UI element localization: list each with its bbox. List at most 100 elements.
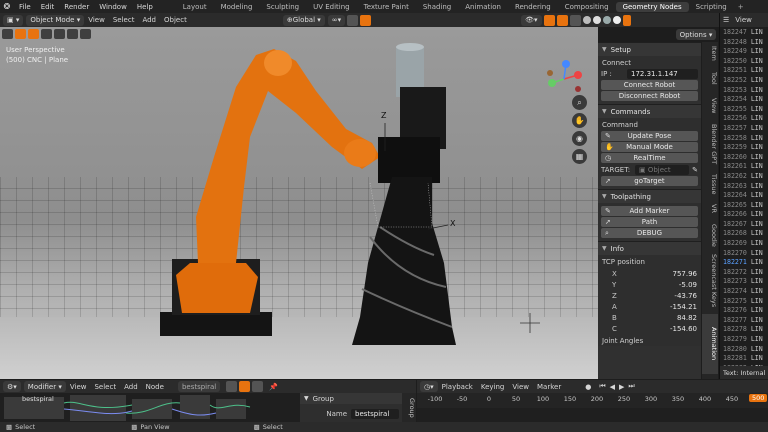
node-menu-view[interactable]: View: [66, 383, 91, 391]
node-box[interactable]: [216, 399, 246, 419]
sidebar-tab-item[interactable]: Item: [702, 46, 718, 61]
menu-render[interactable]: Render: [59, 3, 94, 11]
text-editor[interactable]: ☰ View 182247 LIN 182248 LIN 182249 LIN 182…: [719, 13, 768, 381]
select-subtract-icon[interactable]: [54, 28, 65, 39]
menu-edit[interactable]: Edit: [36, 3, 60, 11]
path-button[interactable]: ➚ Path: [601, 217, 698, 227]
options-dropdown[interactable]: Options ▾: [676, 29, 716, 40]
3d-viewport[interactable]: User Perspective (500) CNC | Plane Z X ⌕…: [0, 27, 598, 379]
menu-object[interactable]: Object: [160, 16, 191, 24]
code-line[interactable]: 182250 LIN: [720, 57, 768, 67]
code-line[interactable]: 182259 LIN: [720, 143, 768, 153]
timeline[interactable]: ◷▾ Playback Keying View Marker ● ⏮ ◀ ▶ ⏭…: [417, 380, 768, 422]
code-line[interactable]: 182251 LIN: [720, 66, 768, 76]
sidebar-tab-screencast-keys[interactable]: Screencast Keys: [702, 254, 718, 307]
group-header[interactable]: ▼ Group: [300, 393, 402, 404]
tab-animation[interactable]: Animation: [458, 2, 508, 12]
node-menu-node[interactable]: Node: [142, 383, 168, 391]
code-line[interactable]: 182249 LIN: [720, 47, 768, 57]
code-line[interactable]: 182268 LIN: [720, 229, 768, 239]
text-editor-type-icon[interactable]: ☰: [723, 16, 729, 24]
camera-view-icon[interactable]: ◉: [572, 131, 587, 146]
code-line[interactable]: 182267 LIN: [720, 220, 768, 230]
code-line[interactable]: 182253 LIN: [720, 86, 768, 96]
tool-toggle-icon[interactable]: [2, 28, 13, 39]
code-line[interactable]: 182248 LIN: [720, 38, 768, 48]
node-tree-field[interactable]: bestspiral: [177, 381, 221, 392]
gizmo-toggle-icon[interactable]: [543, 14, 555, 26]
snap-icon[interactable]: [347, 14, 359, 26]
shading-wireframe-icon[interactable]: [582, 16, 591, 24]
menu-window[interactable]: Window: [94, 3, 132, 11]
code-line[interactable]: 182275 LIN: [720, 297, 768, 307]
code-line[interactable]: 182254 LIN: [720, 95, 768, 105]
info-header[interactable]: ▼ Info: [598, 242, 701, 255]
code-line[interactable]: 182276 LIN: [720, 306, 768, 316]
target-object-field[interactable]: ▣ Object: [635, 164, 690, 175]
xray-toggle-icon[interactable]: [569, 14, 581, 26]
code-line[interactable]: 182262 LIN: [720, 172, 768, 182]
code-line[interactable]: 182280 LIN: [720, 345, 768, 355]
tab-uv-editing[interactable]: UV Editing: [306, 2, 357, 12]
play-icon[interactable]: ▶: [619, 383, 624, 391]
setup-header[interactable]: ▼ Setup: [598, 43, 701, 56]
current-frame-indicator[interactable]: 500: [749, 394, 768, 402]
tab-modeling[interactable]: Modeling: [214, 2, 260, 12]
tab-sculpting[interactable]: Sculpting: [259, 2, 306, 12]
zoom-icon[interactable]: ⌕: [572, 95, 587, 110]
mode-dropdown[interactable]: Object Mode ▾: [26, 14, 85, 26]
code-line[interactable]: 182274 LIN: [720, 287, 768, 297]
code-line[interactable]: 182247 LIN: [720, 28, 768, 38]
tab-rendering[interactable]: Rendering: [508, 2, 558, 12]
select-invert-icon[interactable]: [67, 28, 78, 39]
code-line[interactable]: 182260 LIN: [720, 153, 768, 163]
shading-rendered-icon[interactable]: [612, 16, 621, 24]
fake-user-icon[interactable]: [239, 381, 251, 392]
code-line[interactable]: 182261 LIN: [720, 162, 768, 172]
prev-key-icon[interactable]: ◀: [610, 383, 615, 391]
disconnect-robot-button[interactable]: Disconnect Robot: [601, 91, 698, 101]
sidebar-tab-vr[interactable]: VR: [702, 204, 718, 213]
node-box[interactable]: [180, 395, 210, 419]
sidebar-tab-blender-gpt[interactable]: Blender GPT: [702, 124, 718, 164]
code-line[interactable]: 182263 LIN: [720, 182, 768, 192]
sidebar-tab-animation[interactable]: Animation: [702, 314, 718, 374]
tab-geometry-nodes[interactable]: Geometry Nodes: [615, 1, 689, 12]
select-new-icon[interactable]: [28, 28, 39, 39]
timeline-menu-keying[interactable]: Keying: [477, 383, 509, 391]
tab-layout[interactable]: Layout: [176, 2, 214, 12]
timeline-track-area[interactable]: [417, 408, 768, 422]
shading-solid-icon[interactable]: [592, 16, 601, 24]
pan-hand-icon[interactable]: ✋: [572, 113, 587, 128]
timeline-menu-marker[interactable]: Marker: [533, 383, 565, 391]
tab-shading[interactable]: Shading: [416, 2, 458, 12]
visibility-icon[interactable]: 👁▾: [521, 14, 542, 26]
code-line[interactable]: 182281 LIN: [720, 354, 768, 364]
code-line[interactable]: 182266 LIN: [720, 210, 768, 220]
code-line[interactable]: 182278 LIN: [720, 325, 768, 335]
code-line[interactable]: 182269 LIN: [720, 239, 768, 249]
pivot-icon[interactable]: ∞▾: [327, 14, 346, 26]
jump-end-icon[interactable]: ⏭: [628, 382, 634, 391]
code-line[interactable]: 182270 LIN: [720, 249, 768, 259]
menu-view[interactable]: View: [84, 16, 109, 24]
overlay-toggle-icon[interactable]: [556, 14, 568, 26]
transform-orientation-dropdown[interactable]: ⊕ Global ▾: [282, 14, 325, 26]
group-name-input[interactable]: bestspiral: [351, 408, 399, 419]
add-workspace-icon[interactable]: +: [734, 3, 748, 11]
node-mode-dropdown[interactable]: Modifier ▾: [23, 381, 66, 392]
menu-add[interactable]: Add: [138, 16, 160, 24]
node-editor[interactable]: ⚙▾ Modifier ▾ View Select Add Node bests…: [0, 380, 416, 422]
editor-type-button[interactable]: ▣ ▾: [3, 14, 24, 26]
timeline-ruler[interactable]: -100 -50 0 50 100 150 200 250 300 350 40…: [417, 394, 768, 407]
text-editor-view-menu[interactable]: View: [735, 16, 752, 24]
shading-options-icon[interactable]: [622, 14, 631, 26]
node-canvas[interactable]: bestspiral: [0, 393, 300, 422]
timeline-menu-view[interactable]: View: [508, 383, 533, 391]
record-icon[interactable]: ●: [585, 383, 591, 391]
ip-input[interactable]: 172.31.1.147: [627, 68, 698, 79]
jump-start-icon[interactable]: ⏮: [599, 382, 605, 391]
code-line[interactable]: 182258 LIN: [720, 134, 768, 144]
add-marker-button[interactable]: ✎ Add Marker: [601, 206, 698, 216]
sidebar-tab-view[interactable]: View: [702, 98, 718, 113]
